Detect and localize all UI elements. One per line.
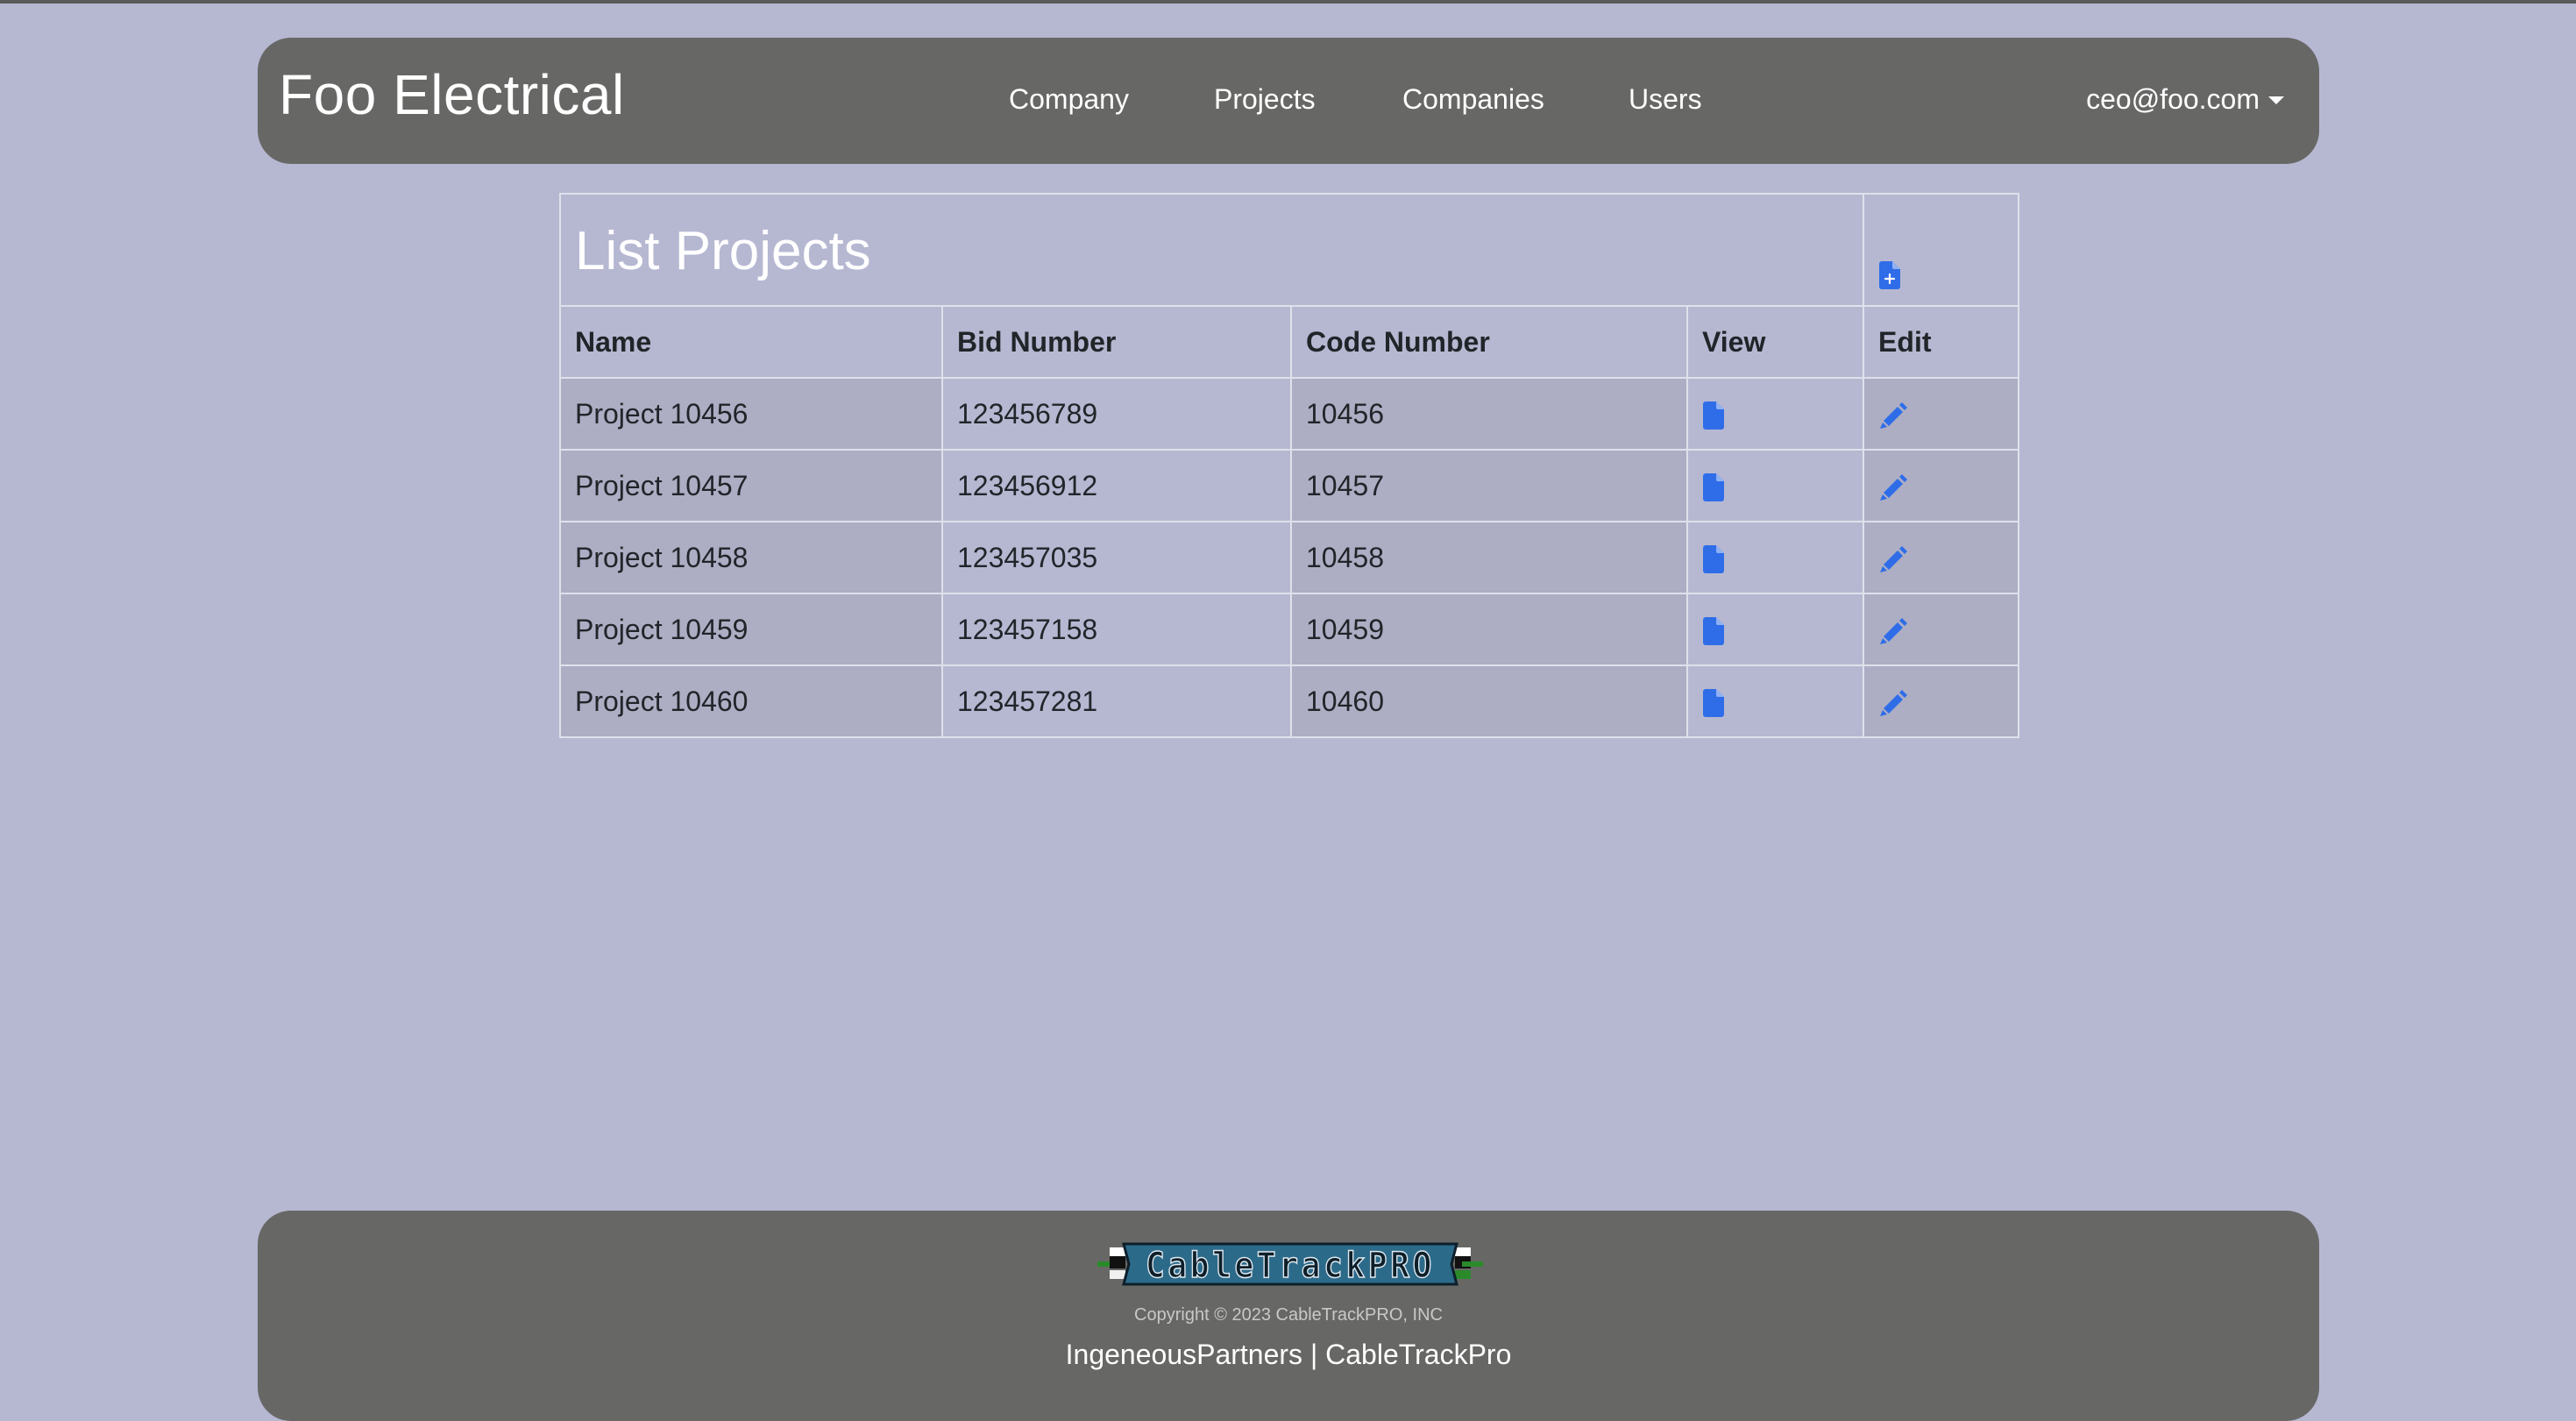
- footer: CableTrackPRO Copyright © 2023 CableTrac…: [258, 1211, 2319, 1421]
- projects-table: List Projects Name Bid Number Code Numbe…: [558, 193, 2020, 738]
- cell-code-number: 10460: [1290, 664, 1688, 738]
- cell-code-number: 10457: [1290, 449, 1688, 522]
- footer-link-cabletrackpro[interactable]: CableTrackPro: [1325, 1339, 1511, 1370]
- pencil-icon[interactable]: [1878, 401, 1908, 430]
- column-header-view: View: [1685, 305, 1865, 379]
- file-icon[interactable]: [1702, 617, 1725, 646]
- nav-link-projects[interactable]: Projects: [1214, 83, 1316, 116]
- nav-link-company[interactable]: Company: [1009, 83, 1129, 116]
- cell-name: Project 10457: [559, 449, 943, 522]
- pencil-icon[interactable]: [1878, 689, 1908, 717]
- cell-view: [1685, 664, 1865, 738]
- cell-edit: [1863, 593, 2020, 666]
- cell-view: [1685, 449, 1865, 522]
- cell-edit: [1863, 449, 2020, 522]
- cell-bid-number: 123457158: [941, 593, 1292, 666]
- cell-view: [1685, 593, 1865, 666]
- footer-separator: |: [1309, 1339, 1318, 1370]
- cell-bid-number: 123457281: [941, 664, 1292, 738]
- column-header-edit: Edit: [1863, 305, 2020, 379]
- file-plus-icon[interactable]: [1878, 260, 1901, 289]
- new-project-cell: [1863, 193, 2020, 307]
- cell-name: Project 10459: [559, 593, 943, 666]
- cell-edit: [1863, 521, 2020, 594]
- file-icon[interactable]: [1702, 473, 1725, 502]
- table-row: Project 10459 123457158 10459: [559, 593, 2020, 666]
- pencil-icon[interactable]: [1878, 617, 1908, 645]
- cell-edit: [1863, 377, 2020, 451]
- file-icon[interactable]: [1702, 401, 1725, 430]
- title-row: List Projects: [558, 193, 2020, 307]
- file-icon[interactable]: [1702, 689, 1725, 718]
- pencil-icon[interactable]: [1878, 545, 1908, 573]
- column-header-name: Name: [559, 305, 943, 379]
- page-title-cell: List Projects: [558, 193, 1865, 307]
- window-top-border: [0, 0, 2576, 4]
- cell-code-number: 10456: [1290, 377, 1688, 451]
- cell-bid-number: 123456912: [941, 449, 1292, 522]
- cell-name: Project 10460: [559, 664, 943, 738]
- nav-links: Company Projects Companies Users: [258, 38, 2319, 164]
- cabletrackpro-logo: CableTrackPRO: [1097, 1239, 1483, 1290]
- copyright-text: Copyright © 2023 CableTrackPRO, INC: [1134, 1305, 1443, 1325]
- cell-name: Project 10458: [559, 521, 943, 594]
- pencil-icon[interactable]: [1878, 473, 1908, 501]
- cell-view: [1685, 521, 1865, 594]
- navbar: Foo Electrical Company Projects Companie…: [258, 38, 2319, 164]
- caret-down-icon: [2268, 96, 2284, 104]
- cell-code-number: 10458: [1290, 521, 1688, 594]
- footer-links: IngeneousPartners | CableTrackPro: [258, 1339, 2319, 1371]
- user-email: ceo@foo.com: [2086, 83, 2260, 115]
- table-row: Project 10456 123456789 10456: [559, 377, 2020, 451]
- cell-bid-number: 123456789: [941, 377, 1292, 451]
- table-row: Project 10458 123457035 10458: [559, 521, 2020, 594]
- cell-code-number: 10459: [1290, 593, 1688, 666]
- nav-link-companies[interactable]: Companies: [1402, 83, 1544, 116]
- column-header-code-number: Code Number: [1290, 305, 1688, 379]
- column-header-bid-number: Bid Number: [941, 305, 1292, 379]
- cell-view: [1685, 377, 1865, 451]
- cell-edit: [1863, 664, 2020, 738]
- svg-text:CableTrackPRO: CableTrackPRO: [1146, 1246, 1435, 1286]
- page-title: List Projects: [575, 220, 871, 281]
- footer-link-ingeneous-partners[interactable]: IngeneousPartners: [1066, 1339, 1302, 1370]
- cell-name: Project 10456: [559, 377, 943, 451]
- table-row: Project 10460 123457281 10460: [559, 664, 2020, 738]
- table-header-row: Name Bid Number Code Number View Edit: [559, 305, 2020, 379]
- cell-bid-number: 123457035: [941, 521, 1292, 594]
- table-row: Project 10457 123456912 10457: [559, 449, 2020, 522]
- user-menu-dropdown[interactable]: ceo@foo.com: [2086, 83, 2284, 116]
- table-body: Project 10456 123456789 10456 Project 10457…: [559, 377, 2020, 738]
- nav-link-users[interactable]: Users: [1629, 83, 1702, 116]
- file-icon[interactable]: [1702, 545, 1725, 574]
